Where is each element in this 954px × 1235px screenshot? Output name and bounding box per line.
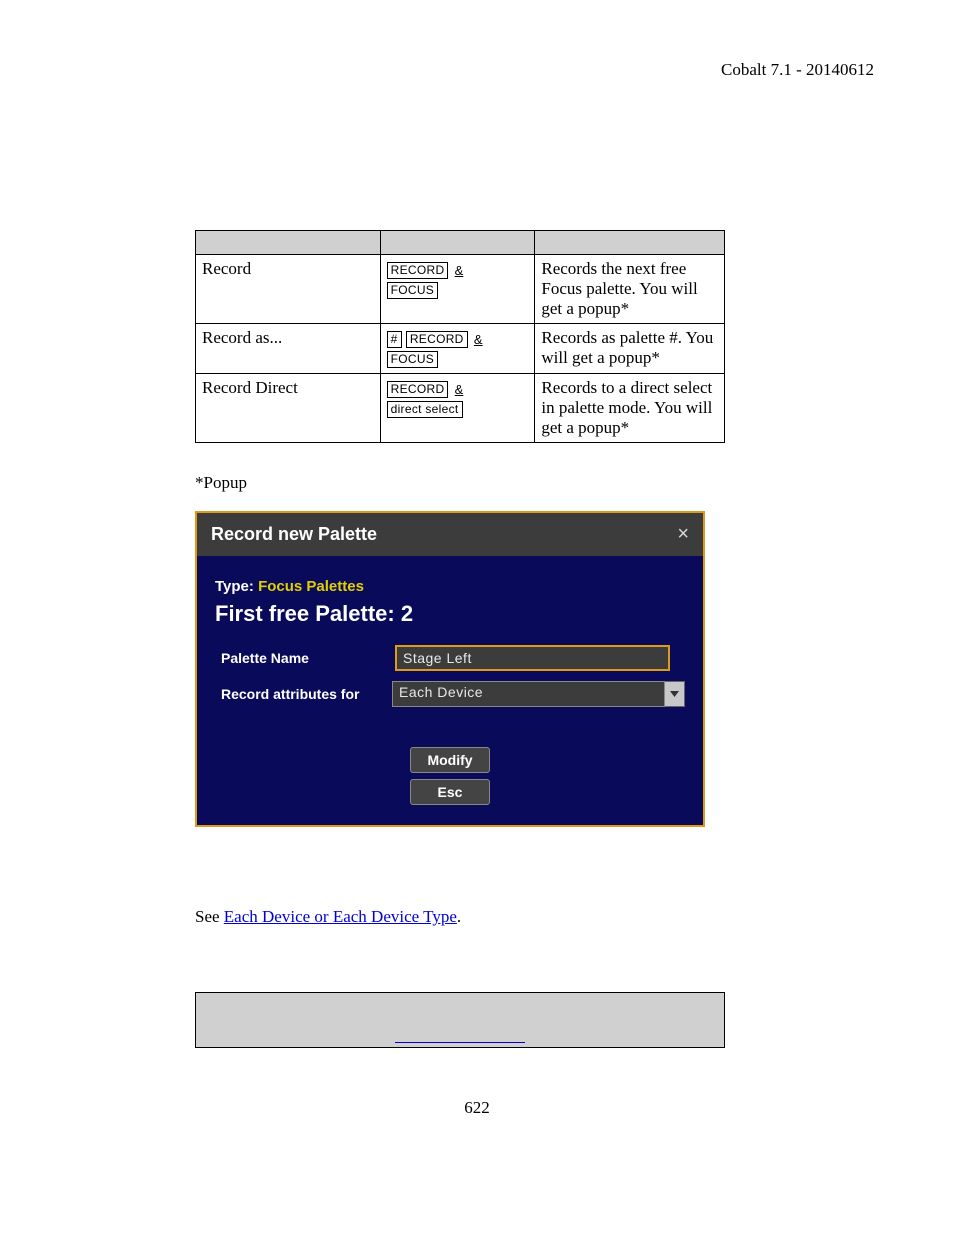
- record-attr-select[interactable]: Each Device: [392, 681, 685, 707]
- page-content: RecordRECORD & FOCUSRecords the next fre…: [195, 230, 725, 1048]
- popup-note: *Popup: [195, 473, 725, 493]
- keycap: direct select: [387, 401, 463, 418]
- actions-table: RecordRECORD & FOCUSRecords the next fre…: [195, 230, 725, 443]
- type-label: Type:: [215, 578, 254, 595]
- action-cell: Record as...: [196, 324, 381, 374]
- type-line: Type: Focus Palettes: [215, 578, 685, 595]
- table-row: RecordRECORD & FOCUSRecords the next fre…: [196, 255, 725, 324]
- keys-cell: RECORD & FOCUS: [380, 255, 535, 324]
- desc-cell: Records as palette #. You will get a pop…: [535, 324, 725, 374]
- footer-grey-box: [195, 992, 725, 1048]
- record-attr-value: Each Device: [392, 681, 665, 707]
- type-value: Focus Palettes: [258, 578, 364, 595]
- keys-cell: RECORD & direct select: [380, 374, 535, 443]
- see-prefix: See: [195, 907, 224, 926]
- close-icon[interactable]: ×: [677, 523, 689, 546]
- desc-cell: Records to a direct select in palette mo…: [535, 374, 725, 443]
- palette-name-label: Palette Name: [215, 650, 395, 666]
- keycap: RECORD: [387, 381, 449, 398]
- page-number: 622: [0, 1098, 954, 1118]
- palette-name-row: Palette Name: [215, 645, 685, 671]
- each-device-link[interactable]: Each Device or Each Device Type: [224, 907, 457, 926]
- footer-underline: [395, 1042, 525, 1043]
- see-link-line: See Each Device or Each Device Type.: [195, 907, 725, 927]
- palette-name-input[interactable]: [395, 645, 670, 671]
- keycap: RECORD: [387, 262, 449, 279]
- dialog-buttons: Modify Esc: [215, 747, 685, 805]
- action-cell: Record: [196, 255, 381, 324]
- ampersand: &: [455, 382, 464, 397]
- desc-cell: Records the next free Focus palette. You…: [535, 255, 725, 324]
- keys-cell: # RECORD & FOCUS: [380, 324, 535, 374]
- see-suffix: .: [457, 907, 461, 926]
- record-palette-dialog: Record new Palette × Type: Focus Palette…: [195, 511, 705, 827]
- keycap: #: [387, 331, 402, 348]
- free-palette-label: First free Palette: 2: [215, 601, 685, 627]
- dialog-body: Type: Focus Palettes First free Palette:…: [197, 556, 703, 825]
- th-keys: [380, 231, 535, 255]
- th-action: [196, 231, 381, 255]
- esc-button[interactable]: Esc: [410, 779, 490, 805]
- keycap: RECORD: [406, 331, 468, 348]
- dialog-title: Record new Palette: [211, 524, 377, 545]
- chevron-down-icon[interactable]: [665, 681, 685, 707]
- table-row: Record DirectRECORD & direct selectRecor…: [196, 374, 725, 443]
- ampersand: &: [455, 263, 464, 278]
- dialog-titlebar: Record new Palette ×: [197, 513, 703, 556]
- record-attr-row: Record attributes for Each Device: [215, 681, 685, 707]
- record-attr-label: Record attributes for: [215, 686, 392, 702]
- keycap: FOCUS: [387, 351, 439, 368]
- ampersand: &: [474, 332, 483, 347]
- modify-button[interactable]: Modify: [410, 747, 490, 773]
- doc-header: Cobalt 7.1 - 20140612: [721, 60, 874, 80]
- th-desc: [535, 231, 725, 255]
- action-cell: Record Direct: [196, 374, 381, 443]
- keycap: FOCUS: [387, 282, 439, 299]
- table-row: Record as...# RECORD & FOCUSRecords as p…: [196, 324, 725, 374]
